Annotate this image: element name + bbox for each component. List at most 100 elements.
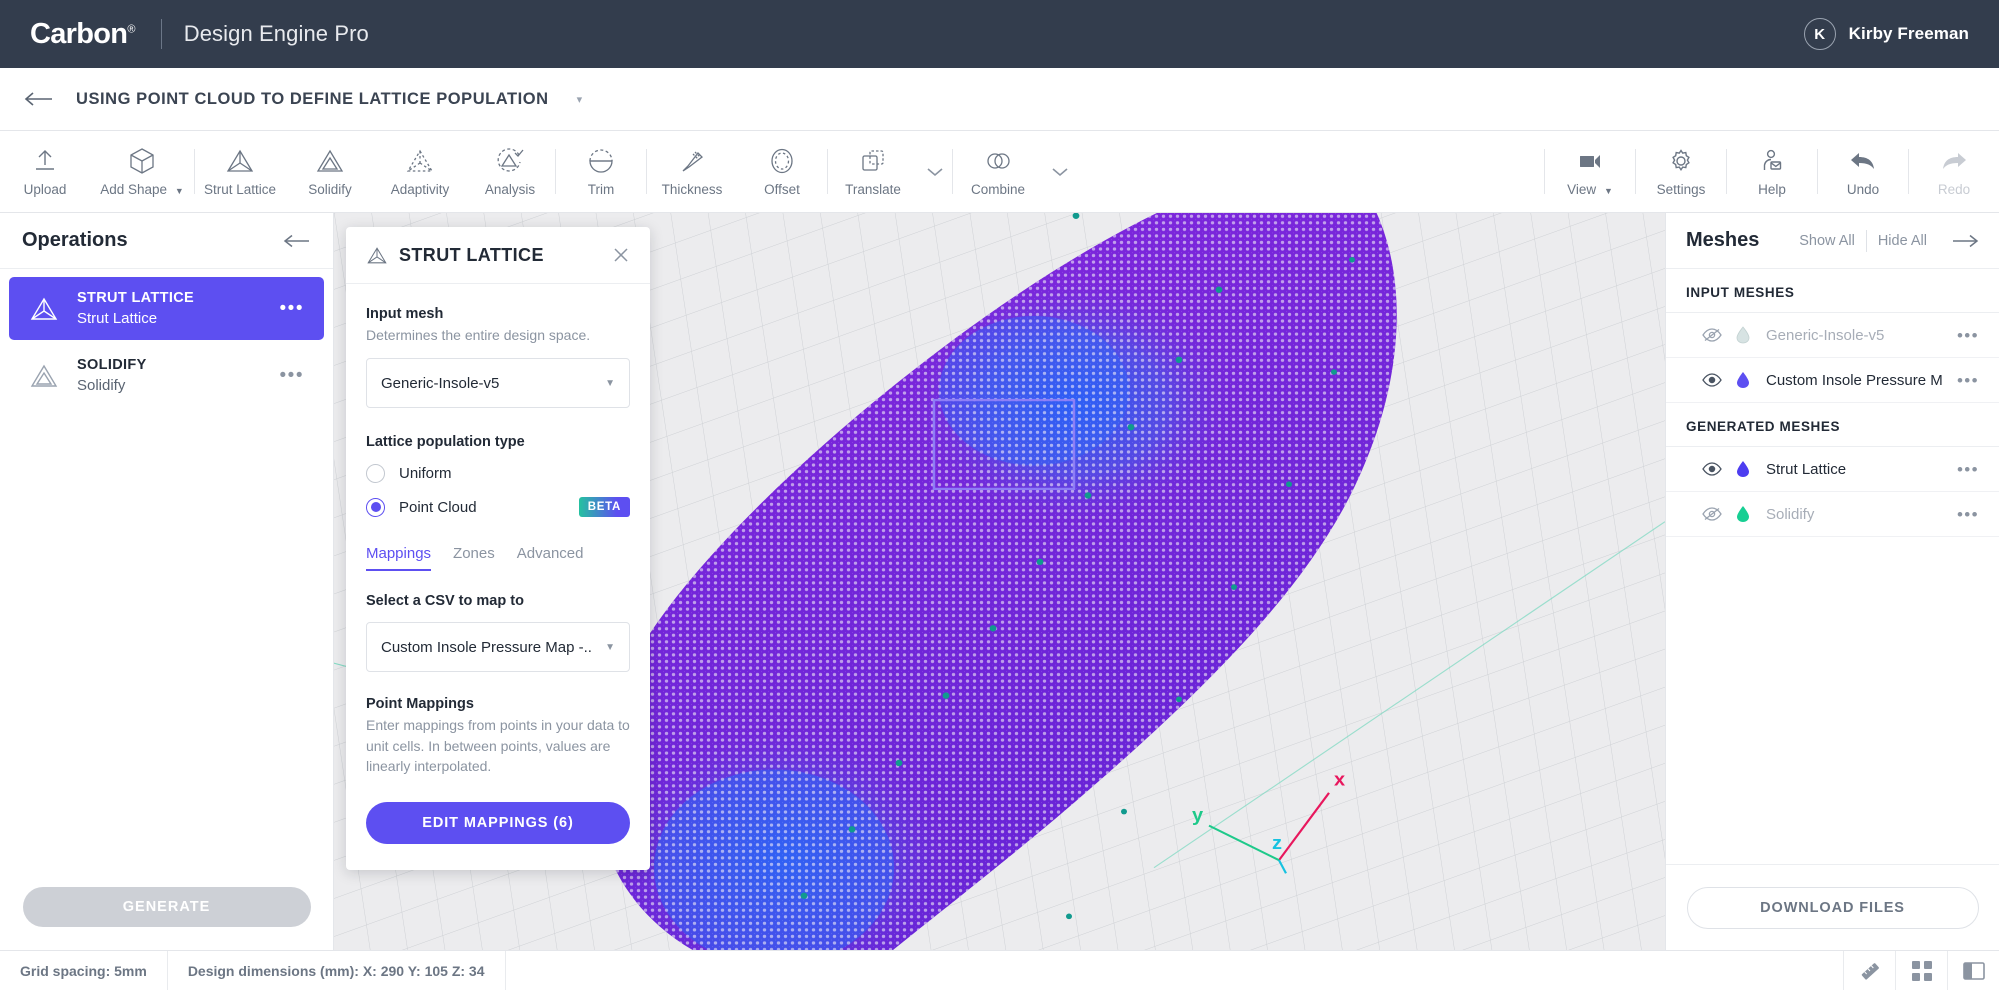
hide-all-button[interactable]: Hide All bbox=[1867, 233, 1938, 249]
toolbar-item-offset[interactable]: Offset bbox=[737, 131, 827, 212]
avatar: K bbox=[1804, 18, 1836, 50]
csv-select[interactable]: Custom Insole Pressure Map -.. ▼ bbox=[366, 622, 630, 672]
adaptivity-icon bbox=[405, 146, 435, 176]
quad-view-icon[interactable] bbox=[1895, 951, 1947, 990]
meshes-footer: DOWNLOAD FILES bbox=[1666, 864, 1999, 950]
mesh-menu-icon[interactable]: ••• bbox=[1957, 461, 1979, 478]
toolbar-label: Adaptivity bbox=[391, 183, 450, 197]
page-title: USING POINT CLOUD TO DEFINE LATTICE POPU… bbox=[76, 90, 549, 109]
tab-zones[interactable]: Zones bbox=[453, 545, 495, 571]
toolbar-item-help[interactable]: Help bbox=[1727, 131, 1817, 212]
mesh-color-droplet-icon bbox=[1736, 371, 1752, 389]
toolbar-label: Solidify bbox=[308, 183, 352, 197]
input-mesh-label: Input mesh bbox=[366, 306, 630, 322]
toolbar-item-add-shape[interactable]: Add Shape ▼ bbox=[90, 131, 194, 212]
section-generated-meshes: GENERATED MESHES bbox=[1666, 403, 1999, 447]
radio-uniform[interactable] bbox=[366, 464, 385, 483]
toolbar-label: Offset bbox=[764, 183, 800, 197]
eye-on-icon[interactable] bbox=[1702, 462, 1722, 476]
operation-menu-icon[interactable]: ••• bbox=[280, 366, 304, 385]
meshes-body: INPUT MESHES Generic-Insole-v5 ••• bbox=[1666, 269, 1999, 864]
operation-item-solidify[interactable]: SOLIDIFY Solidify ••• bbox=[9, 344, 324, 407]
trim-icon bbox=[588, 146, 614, 176]
toolbar-item-translate[interactable]: Translate bbox=[828, 131, 918, 212]
meshes-title: Meshes bbox=[1686, 229, 1788, 252]
mesh-menu-icon[interactable]: ••• bbox=[1957, 372, 1979, 389]
toolbar-label: View ▼ bbox=[1567, 183, 1613, 197]
tab-advanced[interactable]: Advanced bbox=[517, 545, 584, 571]
toolbar-item-trim[interactable]: Trim bbox=[556, 131, 646, 212]
close-icon[interactable] bbox=[612, 246, 630, 264]
toolbar-label: Upload bbox=[24, 183, 67, 197]
meshes-collapse-arrow-right-icon[interactable] bbox=[1938, 234, 1979, 248]
toolbar-item-adaptivity[interactable]: Adaptivity bbox=[375, 131, 465, 212]
operations-collapse-arrow-left-icon[interactable] bbox=[283, 234, 311, 248]
radio-point-cloud[interactable] bbox=[366, 498, 385, 517]
toolbar-label: Settings bbox=[1657, 183, 1706, 197]
axis-x-label: x bbox=[1334, 769, 1345, 790]
mesh-row-solidify[interactable]: Solidify ••• bbox=[1666, 492, 1999, 537]
project-menu-caret-icon[interactable]: ▾ bbox=[577, 93, 583, 106]
radio-label: Uniform bbox=[399, 465, 630, 482]
generate-button[interactable]: GENERATE bbox=[23, 887, 311, 927]
offset-icon bbox=[769, 146, 795, 176]
chevron-down-icon: ▼ bbox=[605, 378, 615, 389]
edit-mappings-button[interactable]: EDIT MAPPINGS (6) bbox=[366, 802, 630, 844]
thickness-icon bbox=[678, 146, 706, 176]
radio-option-uniform[interactable]: Uniform bbox=[366, 464, 630, 483]
toolbar-item-view[interactable]: View ▼ bbox=[1545, 131, 1635, 212]
main-body: Operations STRUT LATTICE Strut Lattice bbox=[0, 213, 1999, 950]
toolbar-item-settings[interactable]: Settings bbox=[1636, 131, 1726, 212]
strut-lattice-icon bbox=[366, 246, 388, 265]
eye-on-icon[interactable] bbox=[1702, 373, 1722, 387]
mesh-menu-icon[interactable]: ••• bbox=[1957, 506, 1979, 523]
toolbar-item-thickness[interactable]: Thickness bbox=[647, 131, 737, 212]
viewport-3d[interactable]: x y z STRUT LATTICE bbox=[334, 213, 1665, 950]
operation-menu-icon[interactable]: ••• bbox=[280, 299, 304, 318]
operations-panel: Operations STRUT LATTICE Strut Lattice bbox=[0, 213, 334, 950]
combine-chevron-down-icon[interactable] bbox=[1043, 131, 1077, 212]
input-mesh-select[interactable]: Generic-Insole-v5 ▼ bbox=[366, 358, 630, 408]
back-arrow-icon[interactable] bbox=[24, 91, 54, 107]
toolbar-label: Help bbox=[1758, 183, 1786, 197]
analysis-icon bbox=[495, 146, 525, 176]
toolbar-label: Analysis bbox=[485, 183, 535, 197]
csv-value: Custom Insole Pressure Map -.. bbox=[381, 639, 605, 656]
toolbar-label: Undo bbox=[1847, 183, 1879, 197]
eye-off-icon[interactable] bbox=[1702, 328, 1722, 342]
toolbar-item-undo[interactable]: Undo bbox=[1818, 131, 1908, 212]
toolbar-item-redo: Redo bbox=[1909, 131, 1999, 212]
translate-chevron-down-icon[interactable] bbox=[918, 131, 952, 212]
strut-lattice-dialog-header: STRUT LATTICE bbox=[346, 227, 650, 284]
mesh-menu-icon[interactable]: ••• bbox=[1957, 327, 1979, 344]
toolbar-label: Trim bbox=[588, 183, 615, 197]
mesh-row-strut-lattice[interactable]: Strut Lattice ••• bbox=[1666, 447, 1999, 492]
mesh-row-custom-insole-pressure-map[interactable]: Custom Insole Pressure Map - ••• bbox=[1666, 358, 1999, 403]
show-all-button[interactable]: Show All bbox=[1788, 233, 1866, 249]
tab-mappings[interactable]: Mappings bbox=[366, 545, 431, 571]
toolbar-item-analysis[interactable]: Analysis bbox=[465, 131, 555, 212]
point-mappings-section: Point Mappings Enter mappings from point… bbox=[366, 696, 630, 776]
toolbar-item-upload[interactable]: Upload bbox=[0, 131, 90, 212]
toolbar-item-strut-lattice[interactable]: Strut Lattice bbox=[195, 131, 285, 212]
point-mappings-label: Point Mappings bbox=[366, 696, 630, 712]
toolbar-label: Strut Lattice bbox=[204, 183, 276, 197]
input-mesh-hint: Determines the entire design space. bbox=[366, 325, 630, 345]
upload-icon bbox=[32, 146, 58, 176]
operation-item-strut-lattice[interactable]: STRUT LATTICE Strut Lattice ••• bbox=[9, 277, 324, 340]
toolbar-item-solidify[interactable]: Solidify bbox=[285, 131, 375, 212]
split-view-icon[interactable] bbox=[1947, 951, 1999, 990]
brand-block[interactable]: Carbon® Design Engine Pro bbox=[30, 18, 369, 51]
mesh-row-generic-insole[interactable]: Generic-Insole-v5 ••• bbox=[1666, 313, 1999, 358]
help-person-icon bbox=[1758, 146, 1786, 176]
eye-off-icon[interactable] bbox=[1702, 507, 1722, 521]
radio-option-point-cloud[interactable]: Point Cloud BETA bbox=[366, 497, 630, 517]
translate-icon bbox=[859, 146, 887, 176]
operations-footer: GENERATE bbox=[0, 864, 333, 950]
meshes-panel: Meshes Show All Hide All INPUT MESHES bbox=[1665, 213, 1999, 950]
toolbar-item-combine[interactable]: Combine bbox=[953, 131, 1043, 212]
user-menu[interactable]: K Kirby Freeman bbox=[1804, 18, 1969, 50]
download-files-button[interactable]: DOWNLOAD FILES bbox=[1687, 887, 1979, 929]
mesh-name: Custom Insole Pressure Map - bbox=[1766, 372, 1943, 389]
measure-ruler-icon[interactable] bbox=[1843, 951, 1895, 990]
